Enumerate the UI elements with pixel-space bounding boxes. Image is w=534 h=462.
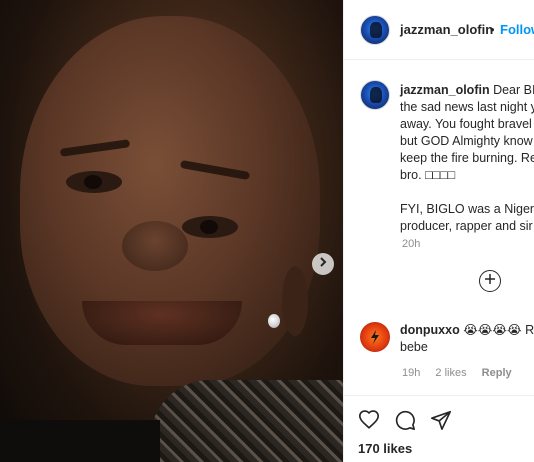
comment-likes[interactable]: 2 likes bbox=[435, 367, 466, 379]
comment-line-2: bebe bbox=[400, 340, 428, 354]
like-button[interactable] bbox=[358, 409, 380, 431]
comments-section[interactable]: jazzman_olofin Dear BIG the sad news las… bbox=[344, 60, 534, 395]
follow-button[interactable]: Follow bbox=[500, 22, 534, 37]
caption-line-6 bbox=[400, 184, 534, 201]
chevron-right-icon bbox=[317, 255, 329, 273]
caption-line-4: keep the fire burning. Re bbox=[400, 151, 534, 165]
left-eye bbox=[66, 171, 122, 193]
comment-meta: 19h 2 likes Reply bbox=[402, 367, 524, 379]
shirt-pattern bbox=[150, 380, 343, 462]
comment-emoji: 😭😭😭😭 bbox=[463, 323, 522, 337]
comment-button[interactable] bbox=[394, 409, 416, 431]
caption-line-3: but GOD Almighty know bbox=[400, 134, 533, 148]
ear bbox=[282, 266, 308, 336]
caption-line-8: producer, rapper and sir bbox=[400, 219, 533, 233]
comment-timestamp[interactable]: 19h bbox=[402, 367, 420, 379]
load-more-comments-button[interactable] bbox=[479, 270, 501, 292]
post-actions: 170 likes bbox=[344, 395, 534, 462]
comment-text: donpuxxo 😭😭😭😭 R.I. bebe bbox=[400, 322, 534, 356]
caption-line-5: bro. □□□□ bbox=[400, 168, 456, 182]
caption-username[interactable]: jazzman_olofin bbox=[400, 83, 490, 97]
caption-avatar[interactable] bbox=[360, 80, 390, 110]
reply-button[interactable]: Reply bbox=[482, 367, 512, 379]
comment-line-1-suffix: R.I. bbox=[525, 323, 534, 337]
paper-plane-icon bbox=[430, 410, 452, 435]
portrait-face bbox=[20, 16, 320, 386]
post-image[interactable] bbox=[0, 0, 343, 462]
author-username[interactable]: jazzman_olofin bbox=[400, 22, 493, 37]
caption-line-1: the sad news last night y bbox=[400, 100, 534, 114]
commenter-username[interactable]: donpuxxo bbox=[400, 323, 460, 337]
separator-dot: • bbox=[490, 22, 495, 37]
share-button[interactable] bbox=[430, 409, 452, 431]
post-sidebar: jazzman_olofin • Follow jazzman_olofin D… bbox=[343, 0, 534, 462]
caption-line-2: away. You fought bravel bbox=[400, 117, 532, 131]
nose bbox=[122, 221, 188, 271]
right-brow bbox=[179, 159, 251, 181]
caption-text: jazzman_olofin Dear BIG the sad news las… bbox=[400, 82, 534, 235]
shirt-collar bbox=[0, 420, 160, 462]
right-eye bbox=[182, 216, 238, 238]
mouth bbox=[82, 301, 242, 345]
commenter-avatar[interactable] bbox=[360, 322, 390, 352]
left-brow bbox=[59, 139, 131, 157]
earring bbox=[268, 314, 280, 328]
author-avatar[interactable] bbox=[360, 15, 390, 45]
comment-icon bbox=[394, 410, 416, 435]
like-count[interactable]: 170 likes bbox=[358, 441, 412, 456]
next-image-button[interactable] bbox=[312, 253, 334, 275]
plus-circle-icon bbox=[484, 272, 496, 290]
caption-line-0: Dear BIG bbox=[493, 83, 534, 97]
caption-line-7: FYI, BIGLO was a Nigeria bbox=[400, 202, 534, 216]
post-header: jazzman_olofin • Follow bbox=[344, 0, 534, 60]
heart-icon bbox=[358, 410, 380, 435]
caption-timestamp[interactable]: 20h bbox=[402, 238, 420, 250]
